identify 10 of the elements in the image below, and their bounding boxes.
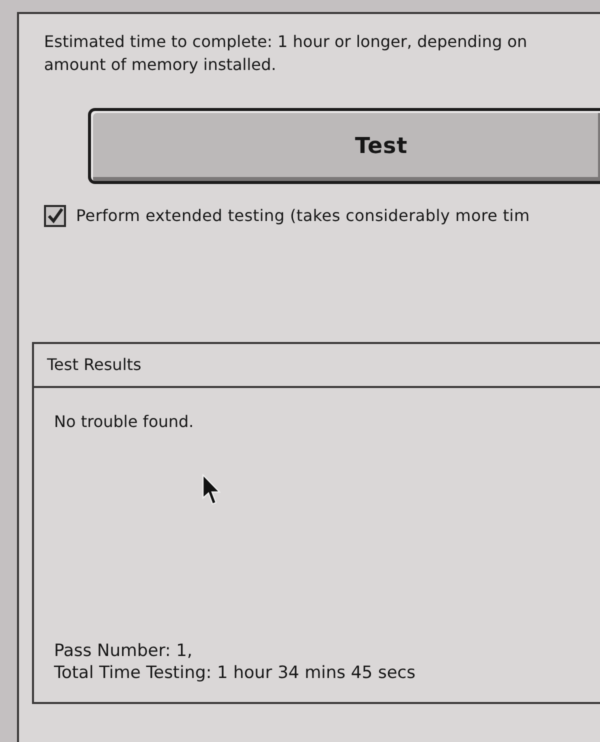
test-button[interactable]: Test <box>88 108 600 184</box>
summary-text: Total Time Testing: 1 hour 34 mins 45 secs <box>54 662 416 684</box>
summary-text: Pass Number: 1, <box>54 640 194 662</box>
group-title: Test Results <box>47 354 142 376</box>
mouse-pointer-icon <box>202 474 222 506</box>
checkbox-label: Perform extended testing (takes considerably more tim <box>76 205 530 227</box>
info-text: Estimated time to complete: 1 hour or longer, depending on <box>44 31 528 53</box>
info-text: amount of memory installed. <box>44 54 278 76</box>
result-message: No trouble found. <box>54 411 195 433</box>
checkbox[interactable] <box>44 205 66 227</box>
